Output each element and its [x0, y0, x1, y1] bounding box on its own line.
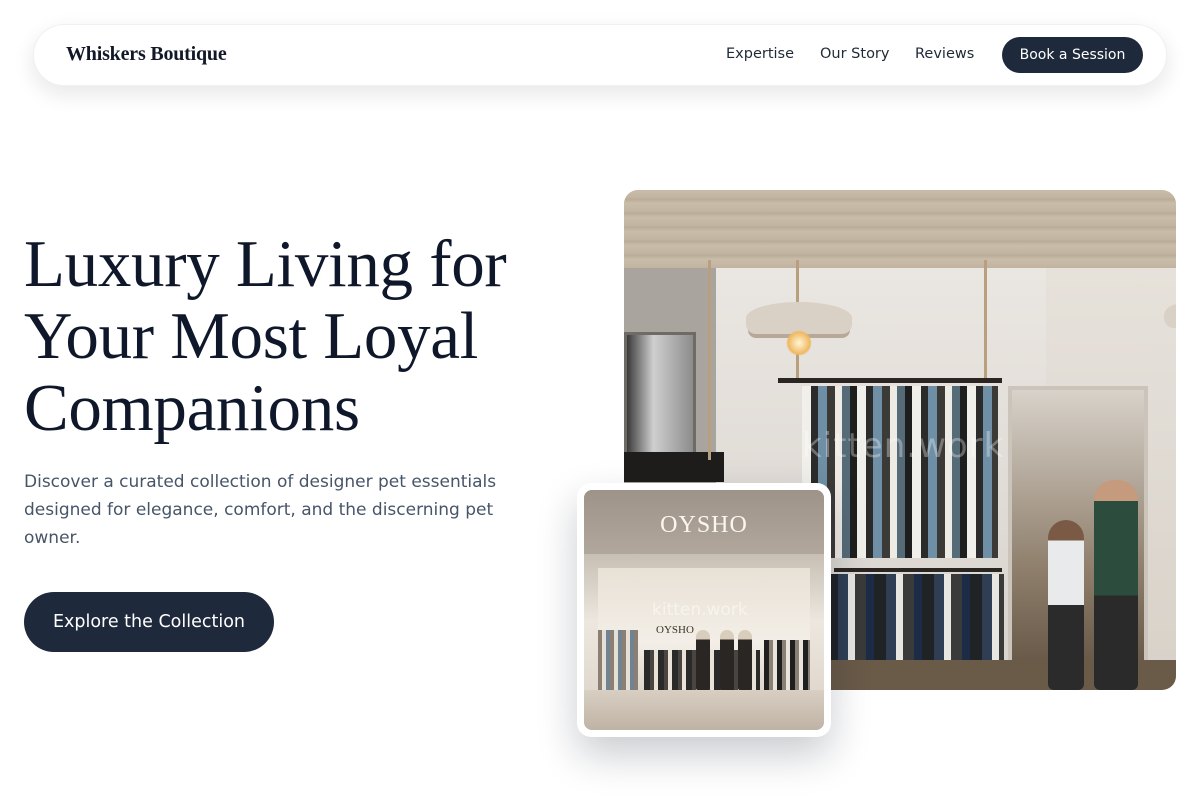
- lamp-bulb: [786, 330, 812, 356]
- mannequin: [720, 630, 734, 690]
- inset-image-card: OYSHO kitten.work OYSHO: [577, 483, 831, 737]
- floor: [584, 690, 824, 730]
- shopper: [1094, 480, 1138, 690]
- clothing-rack: [778, 378, 1002, 383]
- mannequin: [696, 630, 710, 690]
- brand-logo[interactable]: Whiskers Boutique: [66, 43, 227, 66]
- pendant-lamp: [1164, 304, 1176, 328]
- clothing-rack: [834, 568, 1002, 572]
- nav-link-expertise[interactable]: Expertise: [726, 46, 794, 62]
- explore-collection-button[interactable]: Explore the Collection: [24, 592, 274, 652]
- hanging-clothes: [802, 386, 998, 558]
- mannequin: [738, 630, 752, 690]
- ceiling: [624, 190, 1176, 268]
- clothing-rack: [598, 630, 638, 694]
- hero-title: Luxury Living for Your Most Loyal Compan…: [24, 227, 507, 445]
- nav-link-reviews[interactable]: Reviews: [915, 46, 974, 62]
- store-sign-small: OYSHO: [656, 624, 694, 636]
- storefront-image: OYSHO kitten.work OYSHO: [584, 490, 824, 730]
- image-watermark: kitten.work: [802, 426, 1005, 466]
- clothing-rack: [764, 640, 810, 696]
- image-watermark: kitten.work: [652, 600, 748, 620]
- hanging-rope: [708, 260, 711, 460]
- book-session-button[interactable]: Book a Session: [1002, 37, 1143, 73]
- store-sign: OYSHO: [660, 512, 748, 538]
- shopper: [1048, 520, 1084, 690]
- hanging-rope: [984, 260, 987, 378]
- hero-subtitle: Discover a curated collection of designe…: [24, 472, 497, 548]
- nav-link-our-story[interactable]: Our Story: [820, 46, 889, 62]
- top-navbar: Whiskers Boutique Expertise Our Story Re…: [33, 24, 1167, 86]
